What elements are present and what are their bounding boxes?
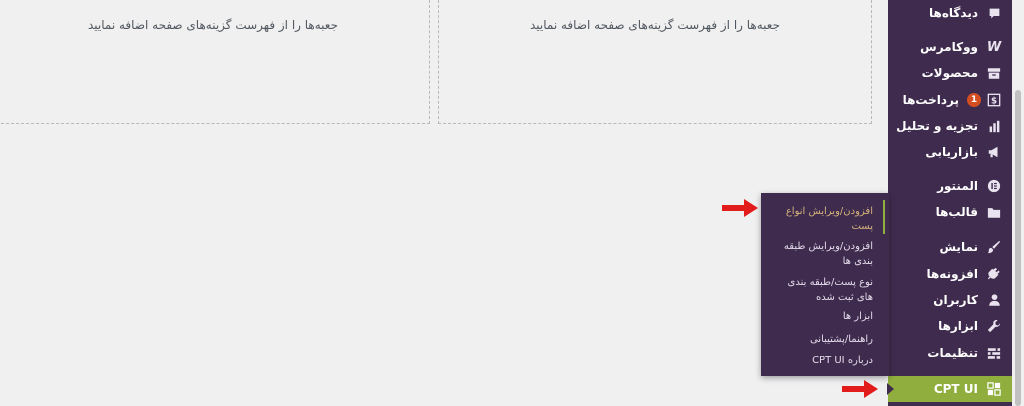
sidebar-item-label: CPT UI (933, 382, 978, 396)
plugin-icon (986, 266, 1002, 282)
submenu-label-line: ابزار ها (842, 311, 873, 322)
sidebar-item-marketing[interactable]: بازاریابی (888, 139, 1012, 165)
current-menu-pointer (887, 383, 894, 395)
submenu-add-edit-post-types[interactable]: افزودن/ویرایش انواع پست (769, 204, 873, 234)
sidebar-item-label: افزونه‌ها (926, 267, 978, 281)
sidebar-item-label: بازاریابی (925, 145, 978, 159)
admin-sidebar: دیدگاه‌ها ووکامرس W محصولات پرداخت‌ها 1 … (887, 0, 1012, 406)
sidebar-item-label: ووکامرس (920, 40, 978, 54)
red-arrow-icon (842, 380, 878, 398)
settings-icon (986, 345, 1002, 361)
dashboard-box-right: جعبه‌ها را از فهرست گزینه‌های صفحه اضافه… (438, 0, 872, 124)
sidebar-item-label: المنتور (937, 179, 978, 193)
submenu-label-line: راهنما/پشتیبانی (809, 334, 873, 345)
wrench-icon (986, 318, 1002, 334)
submenu-label-line: نوع پست/طبقه بندی (787, 277, 873, 288)
submenu-label-line: های ثبت شده (816, 292, 873, 303)
archive-icon (986, 65, 1002, 81)
current-submenu-indicator (883, 200, 885, 234)
submenu-label-line: افزودن/ویرایش انواع (785, 206, 873, 217)
sidebar-item-label: دیدگاه‌ها (929, 6, 978, 20)
submenu-registered-types[interactable]: نوع پست/طبقه بندی های ثبت شده (769, 275, 873, 305)
sidebar-item-label: محصولات (921, 66, 978, 80)
scrollbar-thumb[interactable] (1015, 90, 1021, 406)
submenu-help-support[interactable]: راهنما/پشتیبانی (769, 332, 873, 347)
sidebar-item-tools[interactable]: ابزارها (888, 313, 1012, 339)
submenu-tools[interactable]: ابزار ها (769, 309, 873, 324)
dollar-icon: $ (986, 92, 1002, 108)
sidebar-item-woocommerce[interactable]: ووکامرس W (888, 34, 1012, 60)
sidebar-item-label: نمایش (939, 240, 978, 254)
comment-icon (986, 5, 1002, 21)
update-count-badge: 1 (967, 93, 981, 107)
chart-bar-icon (986, 118, 1002, 134)
sidebar-item-settings[interactable]: تنظیمات (888, 340, 1012, 366)
brush-icon (986, 239, 1002, 255)
red-arrow-icon (722, 199, 758, 217)
submenu-add-edit-taxonomies[interactable]: افزودن/ویرایش طبقه بندی ها (769, 239, 873, 269)
empty-box-message: جعبه‌ها را از فهرست گزینه‌های صفحه اضافه… (87, 18, 339, 32)
sidebar-item-analytics[interactable]: تجزیه و تحلیل (888, 113, 1012, 139)
empty-box-message: جعبه‌ها را از فهرست گزینه‌های صفحه اضافه… (529, 18, 781, 32)
sidebar-item-plugins[interactable]: افزونه‌ها (888, 261, 1012, 287)
sidebar-item-label: تجزیه و تحلیل (896, 119, 978, 133)
sidebar-item-payments[interactable]: پرداخت‌ها 1 $ (888, 87, 1012, 113)
folder-icon (986, 204, 1002, 220)
page-scrollbar[interactable] (1012, 0, 1024, 406)
submenu-label-line: درباره CPT UI (812, 355, 873, 366)
cpt-ui-submenu: افزودن/ویرایش انواع پست افزودن/ویرایش طب… (761, 193, 889, 376)
woocommerce-icon: W (986, 39, 1002, 55)
sidebar-item-label: تنظیمات (927, 346, 978, 360)
submenu-label-line: افزودن/ویرایش طبقه (783, 241, 873, 252)
sidebar-item-users[interactable]: کاربران (888, 287, 1012, 313)
submenu-label-line: بندی ها (842, 256, 873, 267)
submenu-about-cpt-ui[interactable]: درباره CPT UI (769, 353, 873, 368)
megaphone-icon (986, 144, 1002, 160)
svg-text:$: $ (991, 97, 997, 107)
user-icon (986, 292, 1002, 308)
sidebar-item-label: قالب‌ها (935, 205, 978, 219)
sidebar-item-elementor[interactable]: المنتور (888, 173, 1012, 199)
sidebar-item-cpt-ui[interactable]: CPT UI (888, 376, 1012, 402)
sidebar-item-label: کاربران (933, 293, 978, 307)
sidebar-item-products[interactable]: محصولات (888, 60, 1012, 86)
sidebar-item-appearance[interactable]: نمایش (888, 234, 1012, 260)
sidebar-item-templates[interactable]: قالب‌ها (888, 199, 1012, 225)
submenu-label-line: پست (851, 221, 873, 232)
sidebar-item-label: ابزارها (938, 319, 978, 333)
sidebar-item-label: پرداخت‌ها (902, 93, 959, 107)
sidebar-item-comments[interactable]: دیدگاه‌ها (888, 0, 1012, 26)
grid-icon (986, 381, 1002, 397)
dashboard-box-left: جعبه‌ها را از فهرست گزینه‌های صفحه اضافه… (0, 0, 430, 124)
elementor-icon (986, 178, 1002, 194)
